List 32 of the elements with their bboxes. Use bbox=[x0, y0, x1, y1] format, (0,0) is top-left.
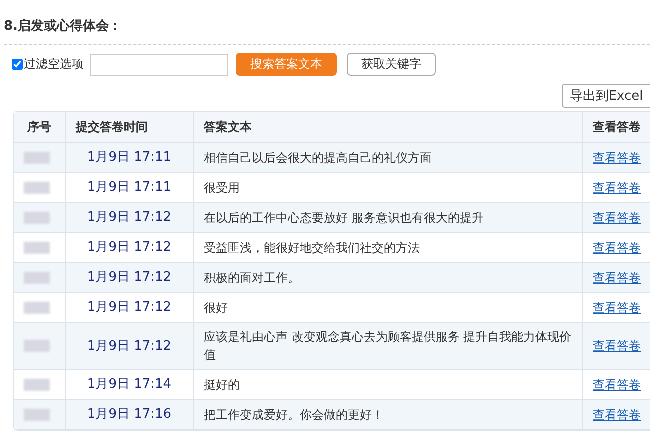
column-header: 提交答卷时间 bbox=[66, 112, 194, 143]
time-cell: 1月9日 17:12 bbox=[87, 270, 172, 285]
view-link[interactable]: 查看答卷 bbox=[593, 300, 641, 314]
answer-text: 很好 bbox=[204, 300, 228, 314]
answer-text: 挺好的 bbox=[204, 378, 240, 392]
column-header: 查看答卷 bbox=[583, 112, 650, 143]
time-cell: 1月9日 17:16 bbox=[87, 407, 172, 422]
filter-checkbox[interactable] bbox=[12, 59, 23, 70]
time-cell: 1月9日 17:11 bbox=[87, 150, 172, 165]
answer-text: 很受用 bbox=[204, 180, 240, 194]
time-cell: 1月9日 17:12 bbox=[87, 300, 172, 315]
answer-text: 把工作变成爱好。你会做的更好！ bbox=[204, 408, 384, 422]
answer-text: 相信自己以后会很大的提高自己的礼仪方面 bbox=[204, 150, 432, 164]
time-cell: 1月9日 17:12 bbox=[87, 210, 172, 225]
time-cell: 1月9日 17:14 bbox=[87, 377, 172, 392]
search-field[interactable] bbox=[90, 54, 228, 76]
view-link[interactable]: 查看答卷 bbox=[593, 378, 641, 392]
column-header: 答案文本 bbox=[194, 112, 583, 143]
view-link[interactable]: 查看答卷 bbox=[593, 180, 641, 194]
filter-label: 过滤空选项 bbox=[24, 56, 84, 73]
time-cell: 1月9日 17:11 bbox=[87, 180, 172, 195]
keywords-button[interactable]: 获取关键字 bbox=[347, 53, 436, 76]
time-cell: 1月9日 17:12 bbox=[87, 240, 172, 255]
answer-text: 在以后的工作中心态要放好 服务意识也有很大的提升 bbox=[204, 210, 484, 224]
answer-text: 应该是礼由心声 改变观念真心去为顾客提供服务 提升自我能力体现价值 bbox=[204, 330, 572, 362]
answer-text: 积极的面对工作。 bbox=[204, 270, 300, 284]
column-header: 序号 bbox=[14, 112, 66, 143]
section-title: 8.启发或心得体会： bbox=[4, 18, 123, 36]
export-button[interactable]: 导出到Excel bbox=[562, 84, 650, 108]
time-cell: 1月9日 17:12 bbox=[87, 338, 172, 354]
view-link[interactable]: 查看答卷 bbox=[593, 240, 641, 254]
answer-text: 受益匪浅，能很好地交给我们社交的方法 bbox=[204, 240, 420, 254]
